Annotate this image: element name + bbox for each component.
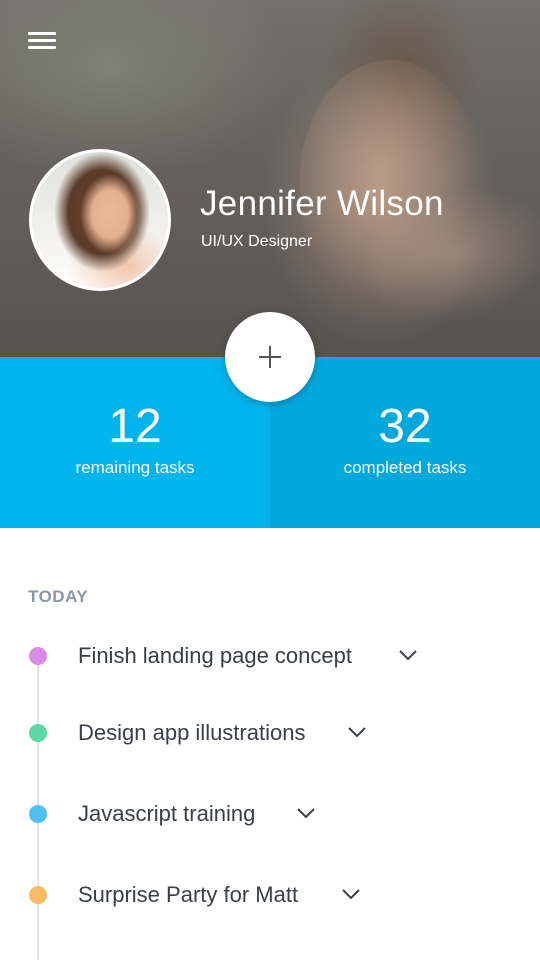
plus-icon bbox=[259, 346, 281, 368]
task-color-dot bbox=[29, 805, 47, 823]
chevron-down-icon[interactable] bbox=[296, 806, 316, 820]
add-task-button[interactable] bbox=[225, 312, 315, 402]
chevron-down-icon[interactable] bbox=[398, 648, 418, 662]
profile-role: UI/UX Designer bbox=[201, 233, 313, 250]
task-item[interactable]: Design app illustrations bbox=[0, 713, 540, 753]
completed-tasks-label: completed tasks bbox=[343, 458, 467, 477]
remaining-tasks-stat[interactable]: 12 remaining tasks bbox=[0, 357, 270, 528]
completed-tasks-stat[interactable]: 32 completed tasks bbox=[270, 357, 540, 528]
remaining-tasks-label: remaining tasks bbox=[75, 458, 195, 477]
profile-header: Jennifer Wilson UI/UX Designer bbox=[0, 0, 540, 357]
completed-tasks-count: 32 bbox=[378, 400, 432, 453]
task-item[interactable]: Finish landing page concept bbox=[0, 636, 540, 676]
task-color-dot bbox=[29, 724, 47, 742]
task-label: Finish landing page concept bbox=[78, 643, 352, 668]
chevron-down-icon[interactable] bbox=[347, 725, 367, 739]
task-item[interactable]: Surprise Party for Matt bbox=[0, 875, 540, 915]
task-label: Design app illustrations bbox=[78, 720, 306, 745]
task-color-dot bbox=[29, 886, 47, 904]
task-color-dot bbox=[29, 647, 47, 665]
task-label: Javascript training bbox=[78, 801, 256, 826]
profile-name: Jennifer Wilson bbox=[200, 184, 444, 223]
task-label: Surprise Party for Matt bbox=[78, 882, 299, 907]
remaining-tasks-count: 12 bbox=[108, 400, 162, 453]
section-title-today: TODAY bbox=[28, 587, 89, 606]
chevron-down-icon[interactable] bbox=[341, 887, 361, 901]
hamburger-menu-icon[interactable] bbox=[28, 30, 56, 52]
avatar[interactable] bbox=[29, 149, 171, 291]
task-item[interactable]: Javascript training bbox=[0, 794, 540, 834]
